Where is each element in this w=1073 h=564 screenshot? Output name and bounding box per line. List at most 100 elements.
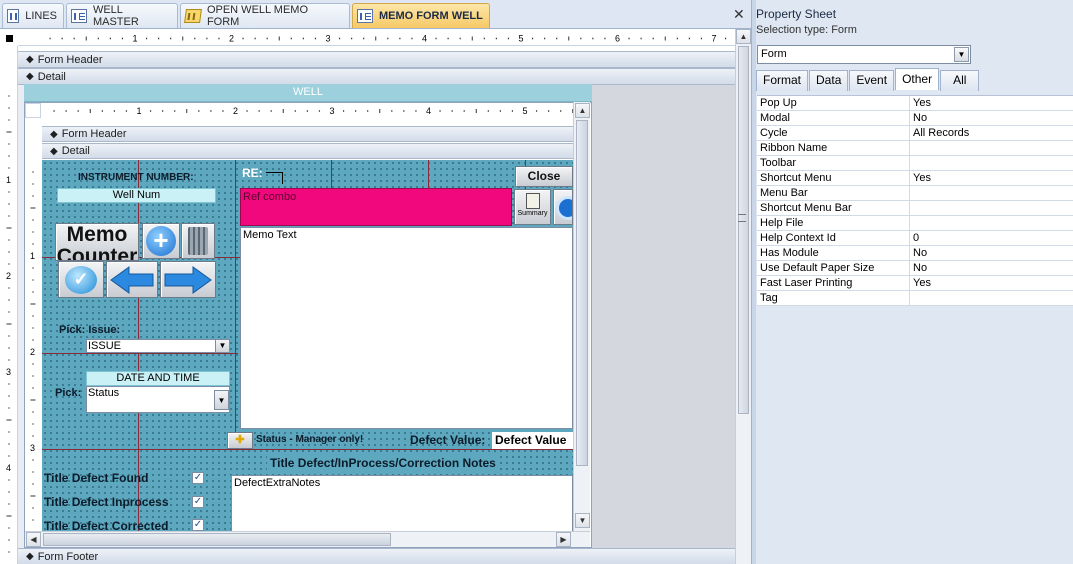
memo-text-field[interactable]: Memo Text <box>240 227 573 429</box>
tab-label: WELL MASTER <box>92 4 139 28</box>
horizontal-ruler[interactable]: 1 2 3 4 5 6 7 <box>18 31 735 46</box>
date-time-field[interactable]: DATE AND TIME <box>86 371 230 386</box>
detail-background <box>592 85 735 548</box>
property-row[interactable]: Modal No <box>757 111 1073 126</box>
property-value[interactable]: Yes <box>910 96 1073 110</box>
ruler-label: 5 <box>523 106 528 116</box>
close-button[interactable]: Close <box>515 166 573 187</box>
section-form-header[interactable]: ◆ Form Header <box>18 51 735 68</box>
scroll-up-icon[interactable]: ▲ <box>575 103 590 118</box>
property-value[interactable] <box>910 141 1073 155</box>
tab-other[interactable]: Other <box>895 68 940 90</box>
property-value[interactable] <box>910 216 1073 230</box>
defect-notes-field[interactable]: DefectExtraNotes <box>231 475 573 532</box>
grid-line <box>42 449 573 450</box>
scroll-thumb[interactable] <box>576 120 588 466</box>
scroll-thumb[interactable] <box>738 46 749 414</box>
property-value[interactable] <box>910 186 1073 200</box>
tab-all[interactable]: All <box>940 70 980 91</box>
property-row[interactable]: Cycle All Records <box>757 126 1073 141</box>
title-defect-found-checkbox[interactable]: ✓ <box>192 472 204 484</box>
property-value[interactable]: No <box>910 111 1073 125</box>
property-value[interactable]: Yes <box>910 276 1073 290</box>
summary-label: Summary <box>517 210 548 217</box>
property-value[interactable] <box>910 201 1073 215</box>
title-defect-inprocess-checkbox[interactable]: ✓ <box>192 496 204 508</box>
property-name: Toolbar <box>757 156 910 170</box>
property-row[interactable]: Has Module No <box>757 246 1073 261</box>
memo-counter-button[interactable]: Memo Counter <box>55 223 139 261</box>
tab-lines[interactable]: LINES <box>2 3 64 28</box>
chevron-down-icon[interactable]: ▼ <box>215 339 230 353</box>
subform-vertical-scrollbar[interactable]: ▲ ▼ <box>573 102 590 532</box>
subform-selector[interactable] <box>25 103 41 118</box>
add-record-button[interactable]: + <box>142 223 180 259</box>
section-icon: ◆ <box>26 71 34 82</box>
property-row[interactable]: Help Context Id 0 <box>757 231 1073 246</box>
subform-section-detail[interactable]: ◆ Detail <box>42 143 573 159</box>
tab-label: MEMO FORM WELL <box>379 10 483 22</box>
refresh-button[interactable] <box>553 189 573 225</box>
tab-open-well-memo-form[interactable]: OPEN WELL MEMO FORM <box>180 3 350 28</box>
property-row[interactable]: Shortcut Menu Yes <box>757 171 1073 186</box>
property-value[interactable] <box>910 156 1073 170</box>
property-value[interactable]: All Records <box>910 126 1073 140</box>
form-icon <box>357 9 373 23</box>
property-value[interactable] <box>910 291 1073 305</box>
property-value[interactable]: No <box>910 261 1073 275</box>
chevron-down-icon[interactable]: ▼ <box>954 47 969 62</box>
subform-horizontal-scrollbar[interactable]: ◀ ▶ <box>25 531 590 547</box>
scroll-left-icon[interactable]: ◀ <box>26 532 41 547</box>
property-row[interactable]: Ribbon Name <box>757 141 1073 156</box>
grid-line <box>235 160 236 450</box>
splitter-grip-icon[interactable] <box>738 214 746 222</box>
issue-combo[interactable]: ISSUE ▼ <box>86 339 230 353</box>
summary-button[interactable]: Summary <box>514 189 551 225</box>
section-label: Form Header <box>37 53 103 66</box>
form-selector[interactable] <box>0 31 18 46</box>
section-detail[interactable]: ◆ Detail <box>18 68 735 85</box>
tab-label: OPEN WELL MEMO FORM <box>206 4 309 28</box>
ref-combo[interactable]: Ref combo <box>240 188 512 226</box>
property-name: Fast Laser Printing <box>757 276 910 290</box>
scroll-down-icon[interactable]: ▼ <box>575 513 590 528</box>
save-record-button[interactable]: ✓ <box>58 261 104 298</box>
property-row[interactable]: Shortcut Menu Bar <box>757 201 1073 216</box>
tab-event[interactable]: Event <box>849 70 895 91</box>
title-defect-corrected-checkbox[interactable]: ✓ <box>192 519 204 531</box>
property-row[interactable]: Pop Up Yes <box>757 96 1073 111</box>
scroll-right-icon[interactable]: ▶ <box>556 532 571 547</box>
property-row[interactable]: Use Default Paper Size No <box>757 261 1073 276</box>
chevron-down-icon[interactable]: ▼ <box>214 390 229 410</box>
subform-section-header[interactable]: ◆ Form Header <box>42 126 573 142</box>
tab-format[interactable]: Format <box>756 70 809 91</box>
vertical-ruler[interactable]: 1 2 3 4 <box>0 46 18 564</box>
property-row[interactable]: Help File <box>757 216 1073 231</box>
next-record-button[interactable] <box>160 261 216 298</box>
well-num-field[interactable]: Well Num <box>57 188 216 203</box>
pane-splitter[interactable] <box>752 0 756 564</box>
tab-data[interactable]: Data <box>809 70 849 91</box>
section-form-footer[interactable]: ◆ Form Footer <box>18 548 735 564</box>
defect-value-field[interactable]: Defect Value <box>492 432 573 449</box>
property-value[interactable]: Yes <box>910 171 1073 185</box>
previous-record-button[interactable] <box>106 261 158 298</box>
add-status-button[interactable]: ✚ <box>227 432 253 449</box>
scroll-up-icon[interactable]: ▲ <box>736 29 751 44</box>
status-combo[interactable]: Status ▼ <box>86 386 230 413</box>
property-row[interactable]: Toolbar <box>757 156 1073 171</box>
subform-title: WELL <box>24 84 592 102</box>
property-row[interactable]: Tag <box>757 291 1073 306</box>
scroll-thumb[interactable] <box>43 533 391 546</box>
property-value[interactable]: 0 <box>910 231 1073 245</box>
property-value[interactable]: No <box>910 246 1073 260</box>
delete-record-button[interactable] <box>181 223 215 259</box>
property-row[interactable]: Menu Bar <box>757 186 1073 201</box>
property-row[interactable]: Fast Laser Printing Yes <box>757 276 1073 291</box>
close-icon[interactable]: ✕ <box>733 6 745 23</box>
selection-combo[interactable]: Form ▼ <box>757 45 971 64</box>
tab-memo-form-well[interactable]: MEMO FORM WELL <box>352 3 490 28</box>
section-icon: ◆ <box>50 145 58 157</box>
tab-well-master[interactable]: WELL MASTER <box>66 3 178 28</box>
vertical-scrollbar[interactable]: ▲ <box>735 29 751 564</box>
